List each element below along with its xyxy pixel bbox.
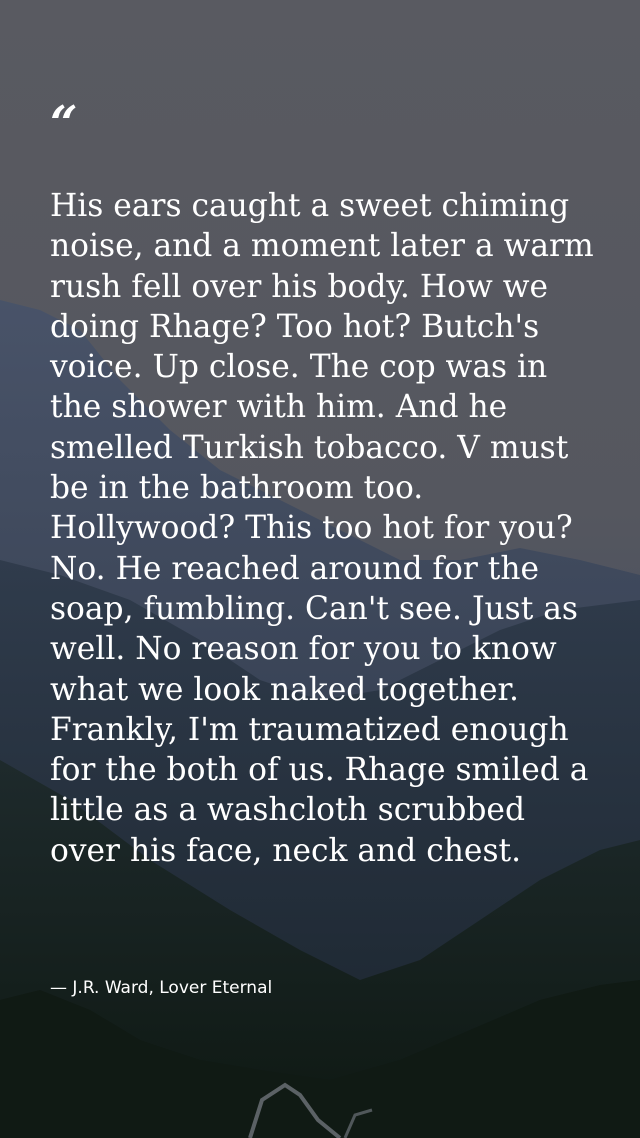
quote-text: His ears caught a sweet chiming noise, a… [50,188,594,869]
quote-mark-icon: “ [50,96,78,152]
quote-attribution: — J.R. Ward, Lover Eternal [50,978,273,998]
